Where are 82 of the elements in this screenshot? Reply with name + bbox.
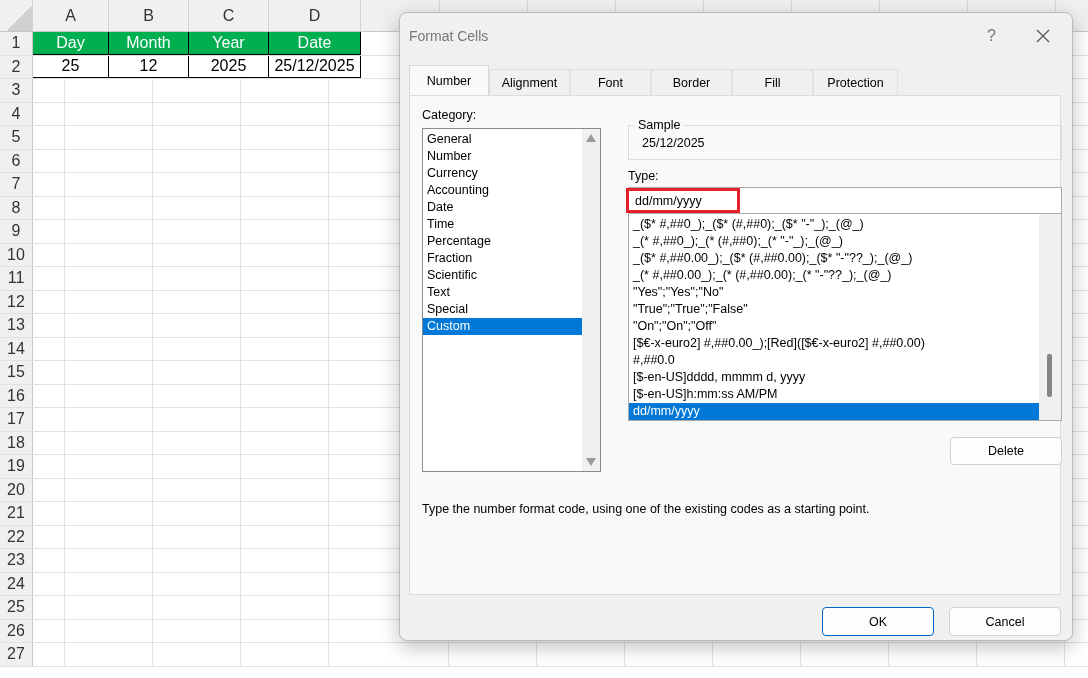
close-icon[interactable] <box>1036 29 1050 43</box>
sample-value: 25/12/2025 <box>642 136 705 150</box>
row-header[interactable]: 23 <box>0 549 33 572</box>
row-header[interactable]: 20 <box>0 478 33 501</box>
row-header[interactable]: 13 <box>0 314 33 337</box>
format-item[interactable]: "True";"True";"False" <box>629 301 1039 318</box>
hint-text: Type the number format code, using one of the existing codes as a starting point. <box>422 502 871 516</box>
help-button[interactable]: ? <box>987 27 996 45</box>
row-header[interactable]: 10 <box>0 243 33 266</box>
row-header[interactable]: 27 <box>0 643 33 666</box>
category-item[interactable]: Currency <box>423 165 582 182</box>
ok-button[interactable]: OK <box>822 607 934 636</box>
row-header[interactable]: 8 <box>0 196 33 219</box>
table-cell: Month <box>109 32 189 55</box>
format-item[interactable]: [$-en-US]dddd, mmmm d, yyyy <box>629 369 1039 386</box>
type-input-field[interactable]: dd/mm/yyyy <box>628 187 1062 214</box>
table-cell: 25/12/2025 <box>269 55 361 78</box>
row-header[interactable]: 5 <box>0 126 33 149</box>
tab[interactable]: Font <box>570 69 651 95</box>
tab[interactable]: Fill <box>732 69 813 95</box>
category-item[interactable]: Accounting <box>423 182 582 199</box>
format-item[interactable]: _(* #,##0.00_);_(* (#,##0.00);_(* "-"??_);_(@_) <box>629 267 1039 284</box>
row-header[interactable]: 7 <box>0 173 33 196</box>
row-header[interactable]: 2 <box>0 55 33 78</box>
format-item[interactable]: dd/mm/yyyy <box>629 403 1039 420</box>
type-value: dd/mm/yyyy <box>635 193 702 208</box>
row-header[interactable]: 4 <box>0 102 33 125</box>
row-header[interactable]: 22 <box>0 525 33 548</box>
category-item[interactable]: Percentage <box>423 233 582 250</box>
table-cell: Day <box>33 32 109 55</box>
row-header[interactable]: 6 <box>0 149 33 172</box>
category-item[interactable]: Special <box>423 301 582 318</box>
category-item[interactable]: Fraction <box>423 250 582 267</box>
row-header[interactable]: 24 <box>0 572 33 595</box>
table-cell: 25 <box>33 55 109 78</box>
category-item[interactable]: General <box>423 131 582 148</box>
format-item[interactable]: _($* #,##0.00_);_($* (#,##0.00);_($* "-"??_);_(@_) <box>629 250 1039 267</box>
format-item[interactable]: _(* #,##0_);_(* (#,##0);_(* "-"_);_(@_) <box>629 233 1039 250</box>
category-item[interactable]: Scientific <box>423 267 582 284</box>
format-item[interactable]: [$€-x-euro2] #,##0.00_);[Red]([$€-x-euro2] #,##0.00) <box>629 335 1039 352</box>
row-header[interactable]: 16 <box>0 384 33 407</box>
category-item[interactable]: Custom <box>423 318 582 335</box>
row-header[interactable]: 26 <box>0 619 33 642</box>
row-header[interactable]: 25 <box>0 596 33 619</box>
row-header[interactable]: 9 <box>0 220 33 243</box>
row-header[interactable]: 15 <box>0 361 33 384</box>
tab[interactable]: Protection <box>813 69 898 95</box>
category-item[interactable]: Number <box>423 148 582 165</box>
row-header[interactable]: 3 <box>0 79 33 102</box>
scrollbar[interactable] <box>582 129 600 471</box>
scroll-up-icon[interactable] <box>586 134 596 142</box>
delete-button[interactable]: Delete <box>950 437 1062 465</box>
category-label: Category: <box>422 108 478 124</box>
row-header[interactable]: 1 <box>0 32 33 55</box>
table-cell: 12 <box>109 55 189 78</box>
format-item[interactable]: #,##0.0 <box>629 352 1039 369</box>
category-item[interactable]: Date <box>423 199 582 216</box>
scrollbar-thumb[interactable] <box>1047 354 1052 397</box>
table-cell: Year <box>189 32 269 55</box>
row-header[interactable]: 19 <box>0 455 33 478</box>
category-item[interactable]: Time <box>423 216 582 233</box>
tab[interactable]: Number <box>409 65 489 95</box>
dialog-title: Format Cells <box>409 28 490 44</box>
row-header[interactable]: 21 <box>0 502 33 525</box>
cancel-button[interactable]: Cancel <box>949 607 1061 636</box>
row-header[interactable]: 14 <box>0 337 33 360</box>
scroll-down-icon[interactable] <box>586 458 596 466</box>
row-header[interactable]: 17 <box>0 408 33 431</box>
table-cell: 2025 <box>189 55 269 78</box>
tab[interactable]: Border <box>651 69 732 95</box>
row-header[interactable]: 12 <box>0 290 33 313</box>
table-cell: Date <box>269 32 361 55</box>
sample-label: Sample <box>637 118 682 132</box>
format-item[interactable]: _($* #,##0_);_($* (#,##0);_($* "-"_);_(@_) <box>629 216 1039 233</box>
type-label: Type: <box>628 169 660 185</box>
category-item[interactable]: Text <box>423 284 582 301</box>
format-item[interactable]: [$-en-US]h:mm:ss AM/PM <box>629 386 1039 403</box>
format-item[interactable]: "On";"On";"Off" <box>629 318 1039 335</box>
row-header[interactable]: 11 <box>0 267 33 290</box>
tab[interactable]: Alignment <box>489 69 570 95</box>
row-header[interactable]: 18 <box>0 431 33 454</box>
format-item[interactable]: "Yes";"Yes";"No" <box>629 284 1039 301</box>
